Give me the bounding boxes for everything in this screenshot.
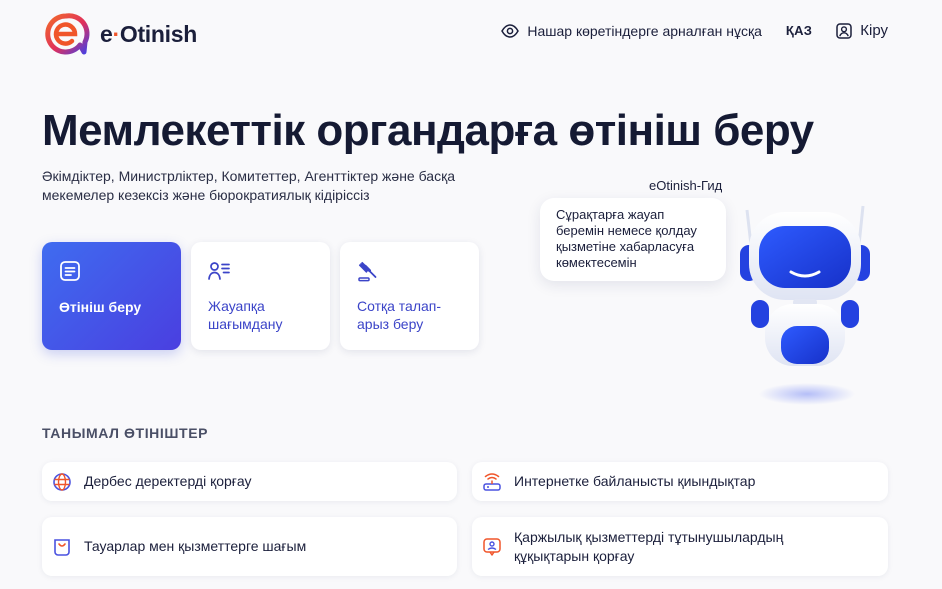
popular-item-label: Қаржылық қызметтерді тұтынушылардың құқы… <box>514 528 784 564</box>
gavel-icon <box>358 261 377 282</box>
document-icon <box>60 261 80 281</box>
popular-item-label: Интернетке байланысты қиындықтар <box>514 473 756 489</box>
court-claim-card[interactable]: Сотқа талап-арыз беру <box>340 242 479 350</box>
card-label: Сотқа талап-арыз беру <box>357 298 442 332</box>
accessibility-version-link[interactable]: Нашар көретіндерге арналған нұсқа <box>501 23 762 39</box>
login-label: Кіру <box>860 22 888 39</box>
card-label: Өтініш беру <box>59 299 142 315</box>
action-cards: Өтініш беру Жауапқа шағымдану Сотқа тала… <box>42 242 479 350</box>
router-icon <box>483 472 501 491</box>
accessibility-label: Нашар көретіндерге арналған нұсқа <box>527 22 762 39</box>
top-nav: Нашар көретіндерге арналған нұсқа ҚАЗ Кі… <box>501 22 888 39</box>
eotinish-logo-icon <box>45 13 90 55</box>
popular-item-financial-rights[interactable]: Қаржылық қызметтерді тұтынушылардың құқы… <box>472 517 888 576</box>
assistant-bubble[interactable]: Сұрақтарға жауап беремін немесе қолдау қ… <box>540 198 726 281</box>
logo-text: e·Otinish <box>100 20 197 47</box>
user-list-icon <box>208 262 230 280</box>
header: e·Otinish Нашар көретіндерге арналған нұ… <box>0 0 942 70</box>
submit-application-card[interactable]: Өтініш беру <box>42 242 181 350</box>
popular-item-goods-services[interactable]: Тауарлар мен қызметтерге шағым <box>42 517 457 576</box>
page-subtitle: Әкімдіктер, Министрліктер, Комитеттер, А… <box>42 168 456 203</box>
assistant-message: Сұрақтарға жауап беремін немесе қолдау қ… <box>556 207 697 270</box>
card-label: Жауапқа шағымдану <box>208 298 283 332</box>
finance-shield-icon <box>483 537 501 556</box>
language-switcher[interactable]: ҚАЗ <box>786 23 812 38</box>
popular-item-label: Дербес деректерді қорғау <box>84 473 252 489</box>
logo[interactable]: e·Otinish <box>42 12 197 56</box>
user-icon <box>836 22 852 39</box>
appeal-response-card[interactable]: Жауапқа шағымдану <box>191 242 330 350</box>
popular-item-internet[interactable]: Интернетке байланысты қиындықтар <box>472 462 888 501</box>
shopping-bag-icon <box>54 538 70 556</box>
popular-section-title: ТАНЫМАЛ ӨТІНІШТЕР <box>42 425 209 441</box>
globe-icon <box>53 472 71 491</box>
popular-item-label: Тауарлар мен қызметтерге шағым <box>84 538 307 554</box>
login-button[interactable]: Кіру <box>836 22 888 39</box>
eye-icon <box>501 23 520 38</box>
assistant-name: eOtinish-Гид <box>649 178 723 193</box>
popular-item-personal-data[interactable]: Дербес деректерді қорғау <box>42 462 457 501</box>
page-title: Мемлекеттік органдарға өтініш беру <box>42 106 814 155</box>
robot-assistant-icon[interactable] <box>735 200 875 410</box>
